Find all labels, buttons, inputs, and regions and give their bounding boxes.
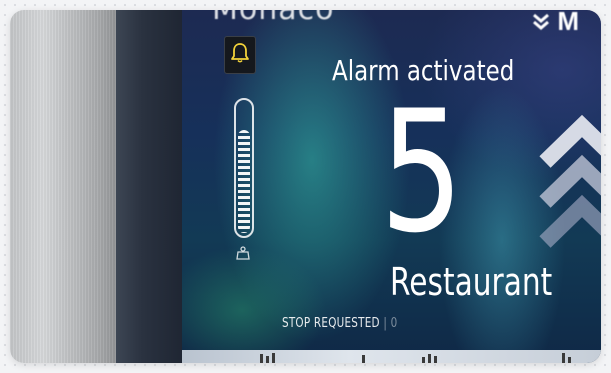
elevator-display: Monaco M [182,10,601,363]
footer-trailing-value: 0 [390,316,398,331]
elevator-panel-photo: Monaco M [10,10,601,363]
destination-label: Restaurant [390,260,553,304]
display-bezel [116,10,182,363]
brand-logo: M [532,10,579,37]
footer-separator: | [383,316,388,331]
weight-icon [236,246,250,265]
top-header-text: Monaco [212,10,334,27]
stop-requested-label: STOP REQUESTED [282,316,380,331]
skyline-strip [182,350,601,363]
steel-frame [10,10,120,363]
floor-number: 5 [380,74,464,270]
load-indicator [234,98,254,238]
alarm-indicator [224,36,256,74]
bell-icon [230,42,250,69]
footer-status: STOP REQUESTED | 0 [282,316,398,331]
brand-logo-icon [532,10,557,36]
brand-logo-letter: M [557,10,579,36]
up-arrows-icon [537,114,601,259]
load-indicator-fill [238,130,250,233]
